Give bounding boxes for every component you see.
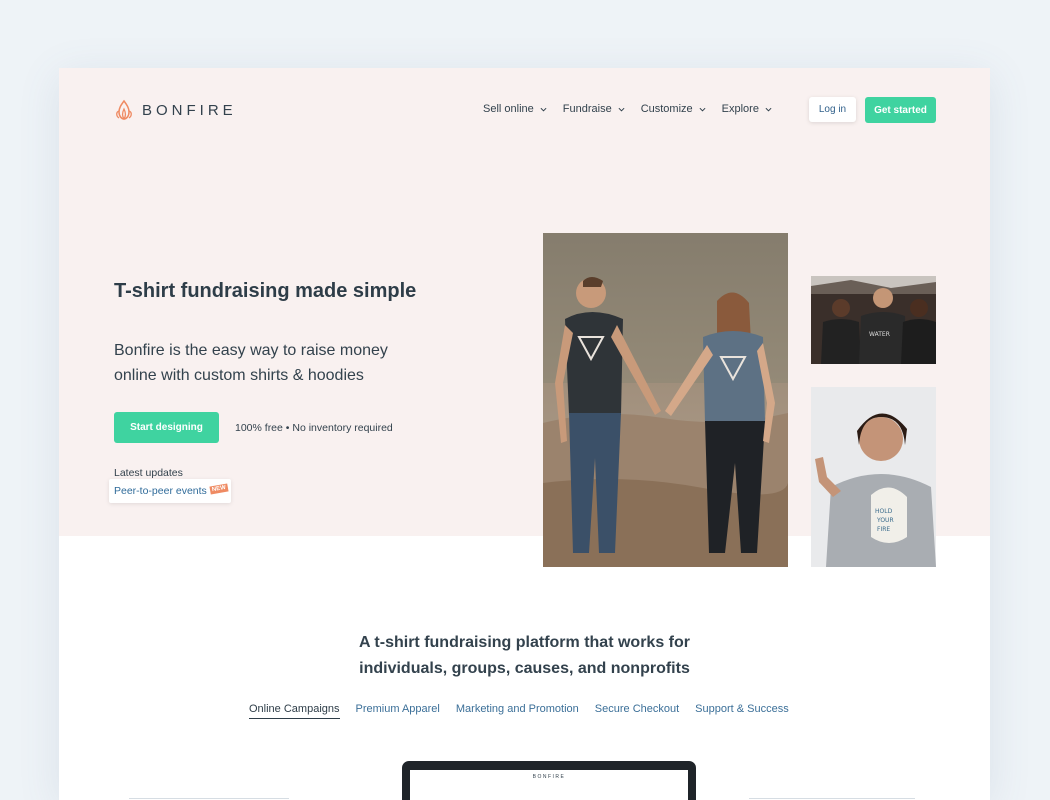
page-frame: BONFIRE Sell online Fundraise Customize … — [59, 68, 990, 800]
svg-text:YOUR: YOUR — [876, 517, 894, 524]
chevron-down-icon — [699, 107, 706, 112]
svg-text:FIRE: FIRE — [877, 526, 890, 533]
couple-photo — [543, 233, 788, 567]
update-link-peer-to-peer[interactable]: Peer-to-peer events NEW — [109, 479, 231, 503]
flame-logo-icon — [116, 99, 132, 121]
nav-customize[interactable]: Customize — [641, 103, 706, 115]
hero-subtitle: Bonfire is the easy way to raise money o… — [114, 342, 388, 384]
nav-explore[interactable]: Explore — [722, 103, 772, 115]
divider — [749, 798, 915, 799]
nav-fundraise[interactable]: Fundraise — [563, 103, 625, 115]
tab-support-and-success[interactable]: Support & Success — [695, 703, 789, 719]
laptop-screen: BONFIRE — [410, 770, 688, 800]
nav-item-label: Customize — [640, 103, 693, 115]
chevron-down-icon — [618, 107, 625, 112]
tab-premium-apparel[interactable]: Premium Apparel — [356, 703, 440, 719]
platform-heading: A t-shirt fundraising platform that work… — [59, 630, 990, 682]
brand-name: BONFIRE — [142, 101, 237, 119]
login-button[interactable]: Log in — [809, 97, 856, 122]
feature-tabs: Online Campaigns Premium Apparel Marketi… — [249, 703, 805, 719]
group-photo: WATER — [811, 276, 936, 364]
platform-heading-line-1: A t-shirt fundraising platform that work… — [359, 634, 690, 651]
new-badge: NEW — [209, 483, 229, 495]
cta-note: 100% free • No inventory required — [235, 422, 393, 434]
latest-updates-label: Latest updates — [114, 467, 183, 479]
chevron-down-icon — [765, 107, 772, 112]
divider — [129, 798, 289, 799]
start-designing-button[interactable]: Start designing — [114, 412, 219, 443]
get-started-button[interactable]: Get started — [865, 97, 936, 123]
brand-logo[interactable]: BONFIRE — [114, 99, 237, 121]
nav-item-label: Sell online — [483, 103, 534, 115]
tab-marketing-and-promotion[interactable]: Marketing and Promotion — [456, 703, 579, 719]
tab-secure-checkout[interactable]: Secure Checkout — [595, 703, 679, 719]
nav-sell-online[interactable]: Sell online — [483, 103, 547, 115]
laptop-brand: BONFIRE — [532, 774, 566, 780]
update-link-label: Peer-to-peer events — [114, 485, 207, 497]
nav-item-label: Fundraise — [562, 103, 612, 115]
nav-item-label: Explore — [721, 103, 759, 115]
main-nav: Sell online Fundraise Customize Explore — [483, 103, 788, 115]
svg-text:WATER: WATER — [869, 331, 890, 338]
hero-title: T-shirt fundraising made simple — [114, 280, 417, 302]
laptop-preview: BONFIRE — [402, 761, 696, 800]
hoodie-photo: HOLD YOUR FIRE — [811, 387, 936, 567]
chevron-down-icon — [540, 107, 547, 112]
svg-text:HOLD: HOLD — [875, 508, 893, 515]
platform-heading-line-2: individuals, groups, causes, and nonprof… — [359, 660, 690, 677]
tab-online-campaigns[interactable]: Online Campaigns — [249, 703, 340, 719]
